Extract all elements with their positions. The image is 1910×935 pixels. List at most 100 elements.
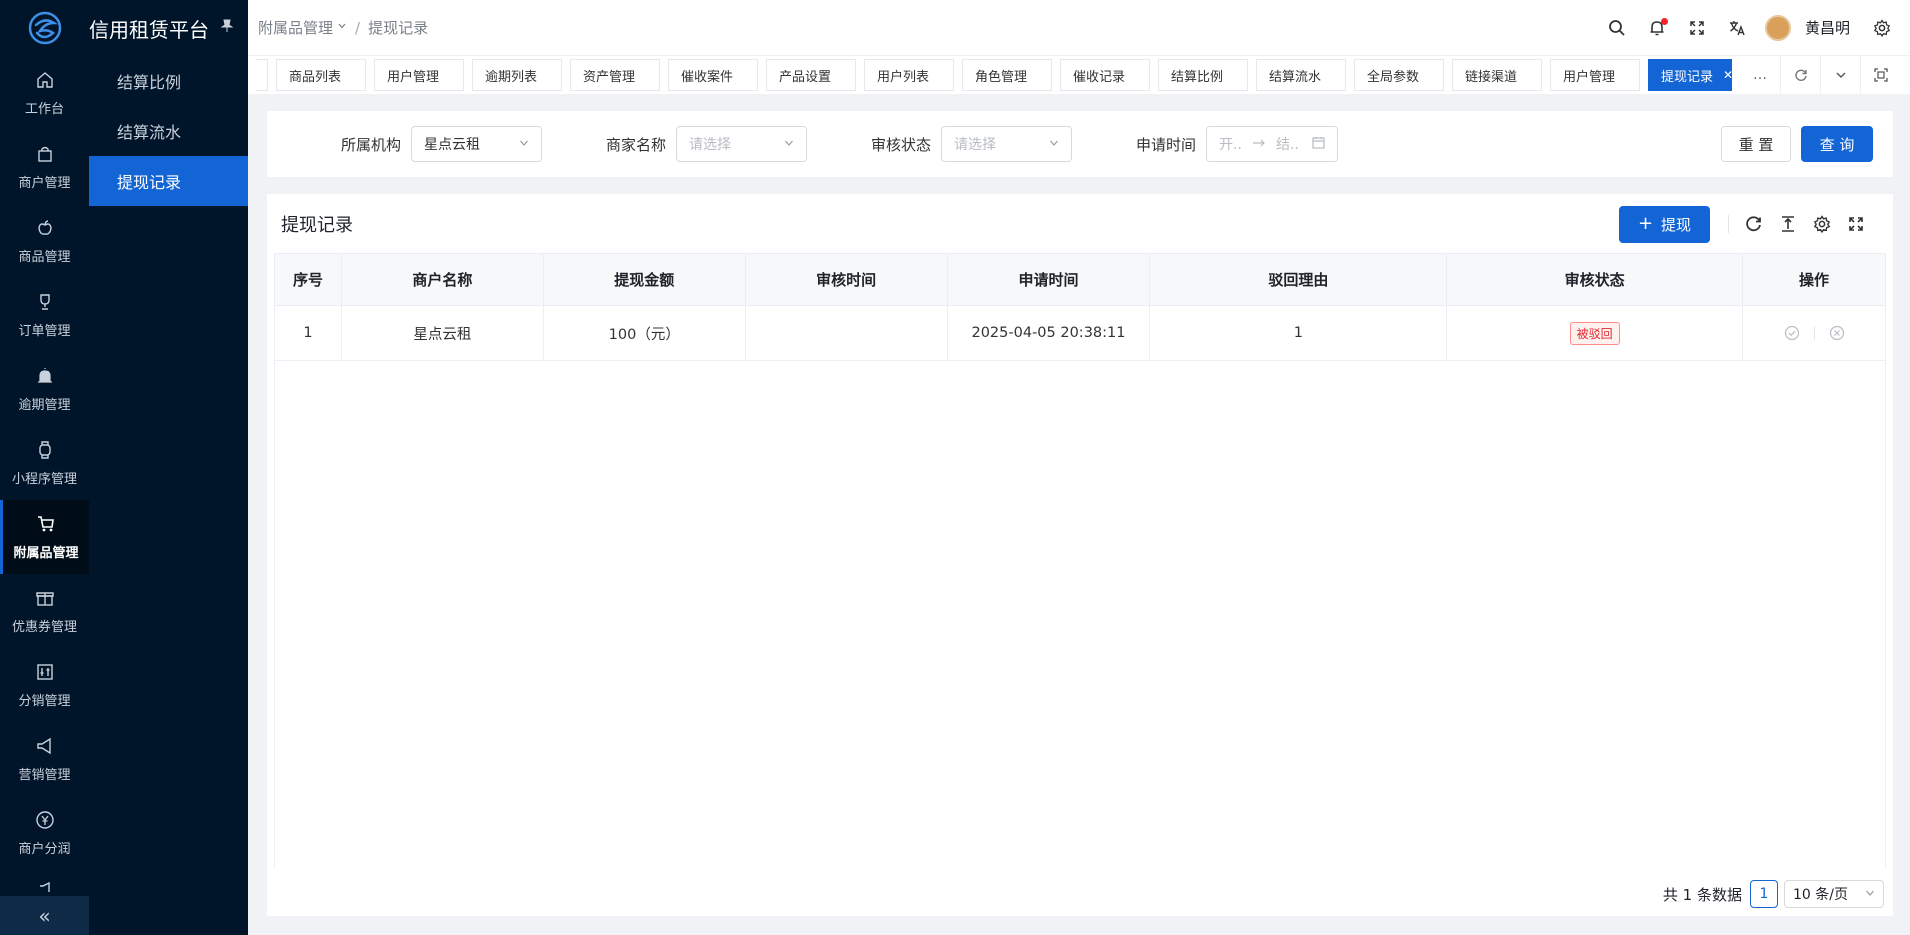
arrow-right-icon bbox=[1252, 136, 1266, 152]
avatar[interactable] bbox=[1764, 14, 1791, 41]
rail-item-coupon[interactable]: 优惠券管理 bbox=[0, 574, 89, 648]
withdraw-label: 提现 bbox=[1661, 215, 1692, 234]
search-button[interactable]: 查 询 bbox=[1801, 126, 1873, 162]
status-badge: 被驳回 bbox=[1569, 321, 1620, 345]
chevron-down-icon bbox=[337, 21, 347, 34]
rail-item-profit[interactable]: 商户分润 bbox=[0, 796, 89, 870]
user-name[interactable]: 黄昌明 bbox=[1805, 17, 1850, 38]
reset-button[interactable]: 重 置 bbox=[1721, 126, 1791, 162]
column-header-reject-reason[interactable]: 驳回理由 bbox=[1149, 253, 1448, 306]
rail-item-order[interactable]: 订单管理 bbox=[0, 278, 89, 352]
tab-partial[interactable] bbox=[256, 59, 268, 91]
logo-icon bbox=[28, 11, 61, 45]
org-select-value: 星点云租 bbox=[424, 137, 481, 153]
rail-item-workbench[interactable]: 工作台 bbox=[0, 56, 89, 130]
rail-item-label: 优惠券管理 bbox=[11, 619, 77, 635]
gear-icon[interactable] bbox=[1862, 8, 1902, 48]
status-select[interactable]: 请选择 bbox=[941, 126, 1073, 162]
page-number-button[interactable]: 1 bbox=[1750, 880, 1778, 908]
tab-overdue-list[interactable]: 逾期列表 bbox=[472, 59, 562, 91]
submenu-item-settle-flow[interactable]: 结算流水 bbox=[89, 106, 248, 156]
trophy-icon bbox=[39, 293, 50, 310]
chevron-down-icon bbox=[1865, 888, 1875, 901]
tab-label: 角色管理 bbox=[975, 69, 1028, 85]
date-range-picker[interactable]: 开.. 结.. bbox=[1206, 126, 1339, 162]
chevron-down-icon bbox=[1836, 72, 1845, 78]
submenu-item-settle-ratio[interactable]: 结算比例 bbox=[89, 56, 248, 106]
check-circle-icon[interactable] bbox=[1784, 325, 1800, 341]
tab-role-management[interactable]: 角色管理 bbox=[962, 59, 1052, 91]
rail-item-distribution[interactable]: 分销管理 bbox=[0, 648, 89, 722]
cell-apply-time: 2025-04-05 20:38:11 bbox=[946, 305, 1151, 361]
maximize-icon bbox=[1873, 68, 1888, 82]
date-end-input[interactable]: 结.. bbox=[1276, 134, 1299, 154]
column-header-merchant[interactable]: 商户名称 bbox=[340, 253, 544, 306]
watch-icon bbox=[38, 440, 51, 459]
submenu-item-withdraw-records[interactable]: 提现记录 bbox=[89, 156, 248, 206]
column-header-status[interactable]: 审核状态 bbox=[1446, 253, 1744, 306]
rail-item-marketing[interactable]: 营销管理 bbox=[0, 722, 89, 796]
close-icon[interactable]: ✕ bbox=[1723, 68, 1733, 82]
tab-dropdown-button[interactable] bbox=[1820, 56, 1860, 94]
tab-user-management-2[interactable]: 用户管理 bbox=[1550, 59, 1640, 91]
breadcrumb: 附属品管理 / 提现记录 bbox=[258, 17, 428, 38]
refresh-tab-button[interactable] bbox=[1780, 56, 1820, 94]
merchant-select[interactable]: 请选择 bbox=[676, 126, 808, 162]
tab-link-channel[interactable]: 链接渠道 bbox=[1452, 59, 1542, 91]
tab-global-params[interactable]: 全局参数 bbox=[1354, 59, 1444, 91]
column-header-index[interactable]: 序号 bbox=[274, 253, 342, 306]
column-header-actions[interactable]: 操作 bbox=[1742, 253, 1886, 306]
translate-icon[interactable] bbox=[1717, 8, 1757, 48]
top-header: 附属品管理 / 提现记录 黄昌明 bbox=[248, 0, 1910, 56]
app-logo[interactable] bbox=[0, 0, 89, 56]
sidebar-collapse-button[interactable]: « bbox=[0, 896, 89, 935]
rail-item-product[interactable]: 商品管理 bbox=[0, 204, 89, 278]
tab-product-settings[interactable]: 产品设置 bbox=[766, 59, 856, 91]
pagination-total: 共 1 条数据 bbox=[1662, 885, 1742, 904]
rail-item-miniprogram[interactable]: 小程序管理 bbox=[0, 426, 89, 500]
cell-review-time bbox=[744, 305, 948, 361]
notification-dot bbox=[1660, 17, 1668, 25]
records-card: 提现记录 + 提现 序号 商户名称 提现金额 审核时间 申请时间 驳回理由 审核… bbox=[267, 194, 1893, 916]
rail-item-accessory[interactable]: 附属品管理 bbox=[0, 500, 89, 574]
pin-icon[interactable] bbox=[220, 19, 234, 37]
reload-icon[interactable] bbox=[1737, 207, 1771, 241]
tab-user-management[interactable]: 用户管理 bbox=[374, 59, 464, 91]
tab-collection-cases[interactable]: 催收案件 bbox=[668, 59, 758, 91]
tab-settle-ratio[interactable]: 结算比例 bbox=[1158, 59, 1248, 91]
apple-icon bbox=[37, 219, 52, 235]
tab-label: 提现记录 bbox=[1661, 69, 1714, 85]
column-header-review-time[interactable]: 审核时间 bbox=[744, 253, 948, 306]
tab-withdraw-records[interactable]: 提现记录 ✕ bbox=[1648, 59, 1733, 91]
expand-icon[interactable] bbox=[1839, 207, 1873, 241]
rail-item-label: 营销管理 bbox=[18, 767, 71, 783]
settings-icon[interactable] bbox=[1805, 207, 1839, 241]
tab-bar: 商品列表 用户管理 逾期列表 资产管理 催收案件 产品设置 用户列表 角色管理 … bbox=[248, 56, 1910, 94]
column-height-icon[interactable] bbox=[1771, 207, 1805, 241]
org-select[interactable]: 星点云租 bbox=[411, 126, 543, 162]
page-size-select[interactable]: 10 条/页 bbox=[1784, 880, 1884, 908]
tab-maximize-button[interactable] bbox=[1860, 56, 1900, 94]
megaphone-icon bbox=[36, 737, 51, 754]
date-start-input[interactable]: 开.. bbox=[1219, 134, 1242, 154]
more-tabs-button[interactable]: … bbox=[1740, 56, 1780, 94]
rail-item-overdue[interactable]: 逾期管理 bbox=[0, 352, 89, 426]
tab-collection-records[interactable]: 催收记录 bbox=[1060, 59, 1150, 91]
rail-item-label: 商品管理 bbox=[18, 249, 71, 265]
status-filter: 审核状态 请选择 bbox=[871, 126, 1073, 162]
bag-icon bbox=[37, 146, 52, 162]
search-icon[interactable] bbox=[1597, 8, 1637, 48]
tab-product-list[interactable]: 商品列表 bbox=[276, 59, 366, 91]
bell-icon[interactable] bbox=[1637, 8, 1677, 48]
fullscreen-icon[interactable] bbox=[1677, 8, 1717, 48]
submenu-item-label: 提现记录 bbox=[117, 173, 182, 192]
rail-item-merchant[interactable]: 商户管理 bbox=[0, 130, 89, 204]
withdraw-button[interactable]: + 提现 bbox=[1619, 205, 1710, 243]
breadcrumb-parent[interactable]: 附属品管理 bbox=[258, 17, 333, 38]
column-header-apply-time[interactable]: 申请时间 bbox=[946, 253, 1151, 306]
tab-user-list[interactable]: 用户列表 bbox=[864, 59, 954, 91]
close-circle-icon[interactable] bbox=[1829, 325, 1845, 341]
tab-settle-flow[interactable]: 结算流水 bbox=[1256, 59, 1346, 91]
column-header-amount[interactable]: 提现金额 bbox=[542, 253, 746, 306]
tab-asset-management[interactable]: 资产管理 bbox=[570, 59, 660, 91]
